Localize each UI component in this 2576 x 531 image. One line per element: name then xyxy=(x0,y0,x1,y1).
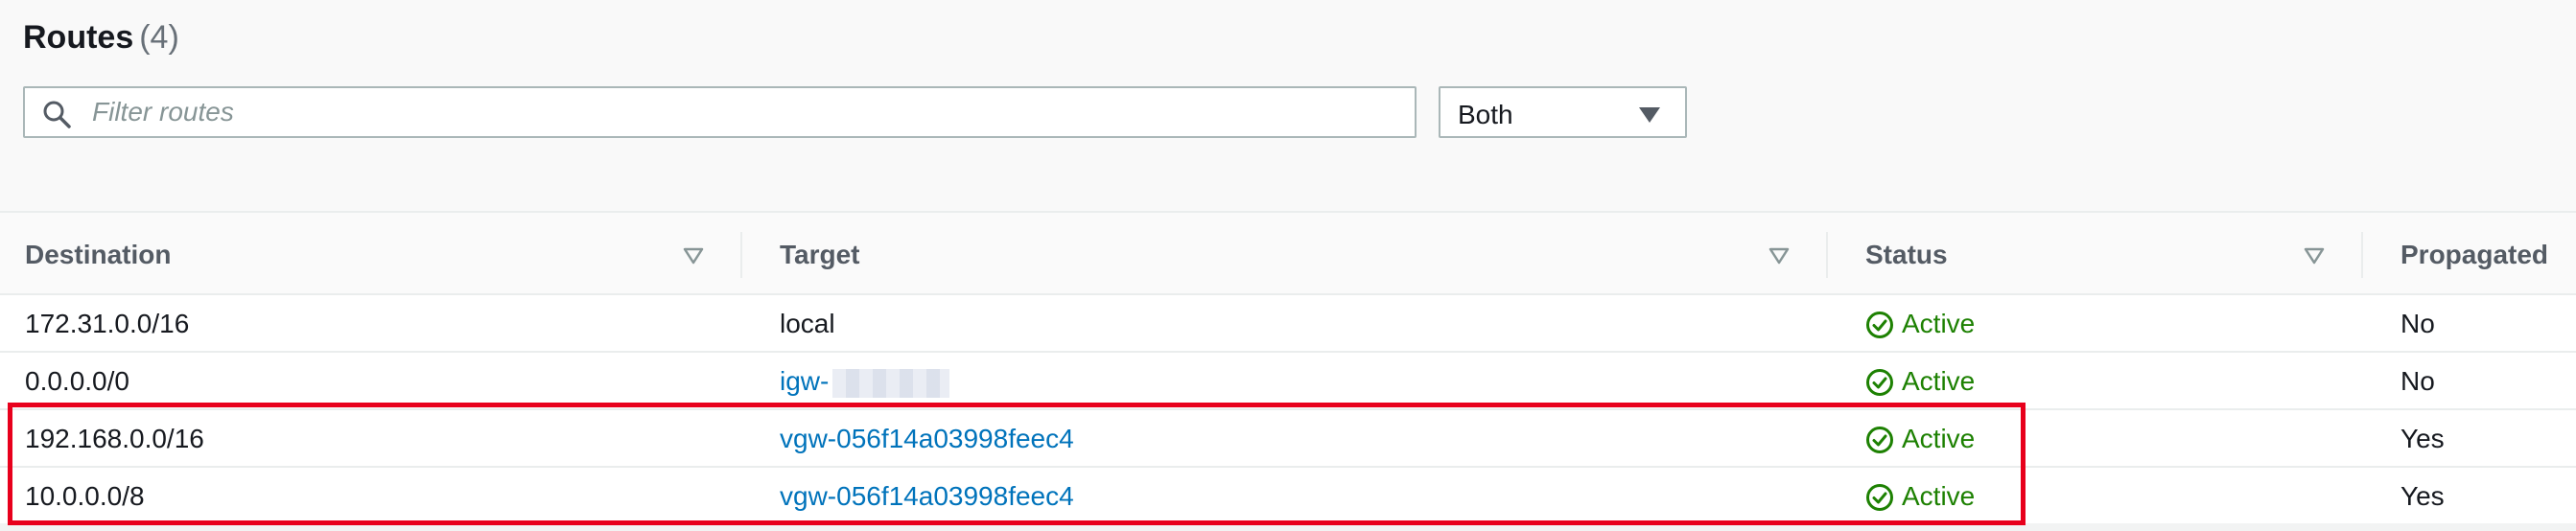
sort-down-icon[interactable] xyxy=(2304,247,2325,265)
destination-cell: 172.31.0.0/16 xyxy=(25,309,190,338)
target-link[interactable]: vgw-056f14a03998feec4 xyxy=(780,424,1074,454)
column-header-target[interactable]: Target xyxy=(780,240,860,270)
check-circle-icon xyxy=(1866,484,1893,511)
column-divider[interactable] xyxy=(2361,232,2363,278)
check-circle-icon xyxy=(1866,312,1893,338)
destination-cell: 0.0.0.0/0 xyxy=(25,366,129,396)
redacted-id xyxy=(832,368,950,398)
propagated-cell: Yes xyxy=(2400,481,2445,511)
filter-routes-search[interactable] xyxy=(23,86,1417,138)
column-header-destination[interactable]: Destination xyxy=(25,240,171,270)
check-circle-icon xyxy=(1866,369,1893,396)
column-header-status[interactable]: Status xyxy=(1865,240,1948,270)
column-divider[interactable] xyxy=(1826,232,1828,278)
column-divider[interactable] xyxy=(740,232,742,278)
target-link[interactable]: igw- xyxy=(780,366,950,398)
status-text: Active xyxy=(1902,366,1976,396)
search-icon xyxy=(43,101,71,128)
destination-cell: 192.168.0.0/16 xyxy=(25,424,204,453)
check-circle-icon xyxy=(1866,427,1893,453)
sort-down-icon[interactable] xyxy=(683,247,704,265)
status-text: Active xyxy=(1902,481,1976,511)
table-row[interactable]: 172.31.0.0/16 local Active No xyxy=(0,295,2576,353)
title-text: Routes xyxy=(23,19,134,56)
route-count: (4) xyxy=(139,19,179,56)
propagated-cell: No xyxy=(2400,309,2435,338)
target-link-text[interactable]: igw- xyxy=(780,366,829,396)
routes-header-area: Routes(4) Both xyxy=(0,0,2576,211)
table-bottom-edge xyxy=(0,523,2576,531)
table-row[interactable]: 192.168.0.0/16 vgw-056f14a03998feec4 Act… xyxy=(0,410,2576,468)
table-header: Destination Target Status Propagated xyxy=(0,211,2576,295)
table-row[interactable]: 0.0.0.0/0 igw- Active No xyxy=(0,353,2576,410)
column-header-propagated[interactable]: Propagated xyxy=(2400,240,2548,270)
destination-cell: 10.0.0.0/8 xyxy=(25,481,145,511)
page-title: Routes (4) xyxy=(23,19,179,57)
status-text: Active xyxy=(1902,424,1976,453)
routes-table: Destination Target Status Propagated 172… xyxy=(0,211,2576,531)
route-type-select[interactable]: Both xyxy=(1439,86,1687,138)
filter-routes-input[interactable] xyxy=(92,90,1396,134)
table-row[interactable]: 10.0.0.0/8 vgw-056f14a03998feec4 Active … xyxy=(0,468,2576,525)
status-text: Active xyxy=(1902,309,1976,338)
target-link[interactable]: vgw-056f14a03998feec4 xyxy=(780,481,1074,512)
target-cell: local xyxy=(780,309,835,338)
caret-down-icon xyxy=(1639,107,1660,123)
sort-down-icon[interactable] xyxy=(1768,247,1790,265)
propagated-cell: Yes xyxy=(2400,424,2445,453)
route-type-selected-value: Both xyxy=(1458,100,1513,129)
propagated-cell: No xyxy=(2400,366,2435,396)
